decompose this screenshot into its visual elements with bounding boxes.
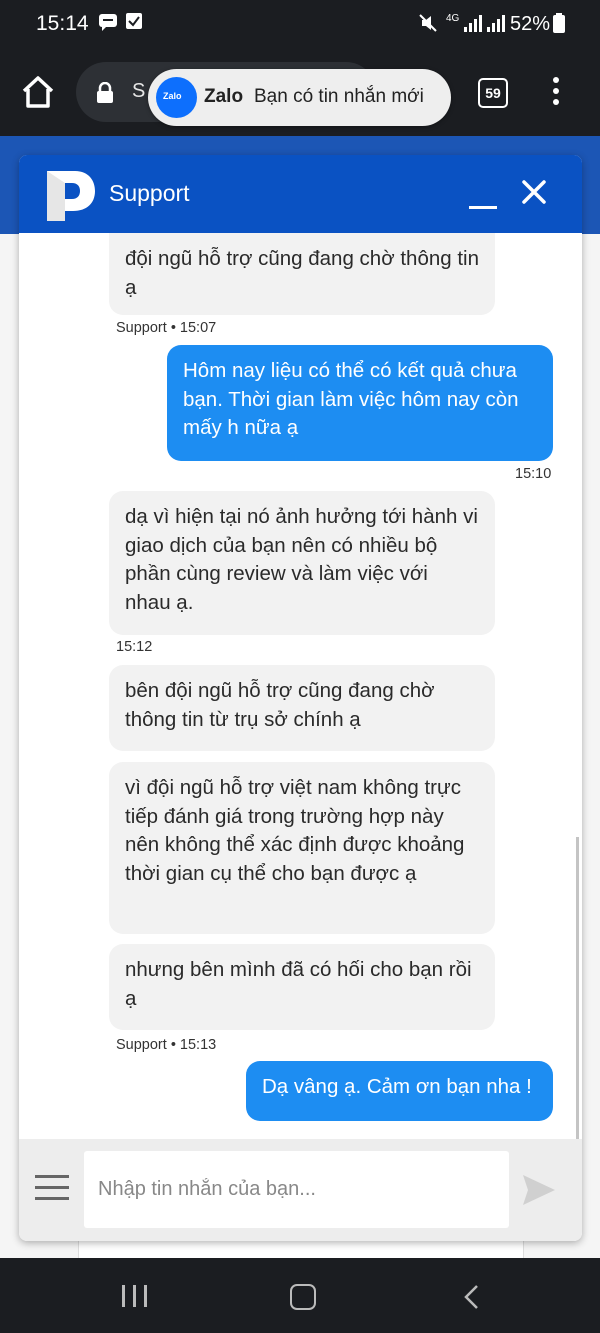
url-text: S	[132, 80, 146, 102]
mute-icon	[419, 14, 437, 32]
brand-logo-icon	[47, 171, 95, 221]
battery-icon	[553, 13, 565, 33]
battery-percent: 52%	[510, 13, 551, 35]
tabs-count-button[interactable]: 59	[478, 78, 508, 108]
support-message: vì đội ngũ hỗ trợ việt nam không trực ti…	[109, 762, 495, 934]
support-chat-widget: Support đội ngũ hỗ trợ cũng đang chờ thô…	[19, 155, 582, 1241]
close-icon[interactable]	[519, 177, 549, 207]
back-icon[interactable]	[462, 1284, 480, 1310]
support-message: đội ngũ hỗ trợ cũng đang chờ thông tin ạ	[109, 233, 495, 315]
nav-home-icon[interactable]	[290, 1284, 316, 1310]
notification-message: Bạn có tin nhắn mới	[254, 86, 424, 107]
minimize-icon[interactable]	[467, 189, 499, 209]
zalo-notification[interactable]: Zalo Zalo Bạn có tin nhắn mới	[148, 69, 451, 126]
chat-notification-icon	[99, 14, 117, 31]
home-icon[interactable]	[20, 74, 56, 110]
status-time: 15:14	[36, 12, 89, 35]
send-icon[interactable]	[521, 1173, 557, 1207]
user-message: Hôm nay liệu có thể có kết quả chưa bạn.…	[167, 345, 553, 461]
support-message: nhưng bên mình đã có hối cho bạn rồi ạ	[109, 944, 495, 1030]
message-input[interactable]	[84, 1151, 509, 1228]
chat-header: Support	[19, 155, 582, 233]
message-meta: 15:12	[116, 639, 153, 655]
support-message: bên đội ngũ hỗ trợ cũng đang chờ thông t…	[109, 665, 495, 751]
status-bar: 15:14 4G 52%	[0, 0, 600, 50]
recents-icon[interactable]	[122, 1285, 148, 1307]
lock-icon	[97, 82, 113, 103]
check-notification-icon	[126, 13, 142, 29]
zalo-logo-icon: Zalo	[156, 77, 197, 118]
support-message: dạ vì hiện tại nó ảnh hưởng tới hành vi …	[109, 491, 495, 635]
hamburger-icon[interactable]	[35, 1175, 69, 1203]
user-message: Dạ vâng ạ. Cảm ơn bạn nha !	[246, 1061, 553, 1121]
message-list: đội ngũ hỗ trợ cũng đang chờ thông tin ạ…	[19, 233, 582, 1139]
zalo-logo-text: Zalo	[163, 91, 182, 101]
network-type: 4G	[446, 13, 460, 24]
menu-dots-icon[interactable]	[548, 77, 564, 107]
system-nav-bar	[0, 1258, 600, 1333]
signal-icon	[464, 15, 505, 32]
message-meta: 15:10	[515, 466, 552, 482]
message-meta: Support • 15:13	[116, 1037, 217, 1053]
message-meta: Support • 15:07	[116, 320, 217, 336]
message-composer	[19, 1139, 582, 1241]
notification-app-name: Zalo	[204, 86, 244, 107]
chat-title: Support	[109, 180, 190, 206]
chat-scrollbar[interactable]	[576, 837, 579, 1139]
